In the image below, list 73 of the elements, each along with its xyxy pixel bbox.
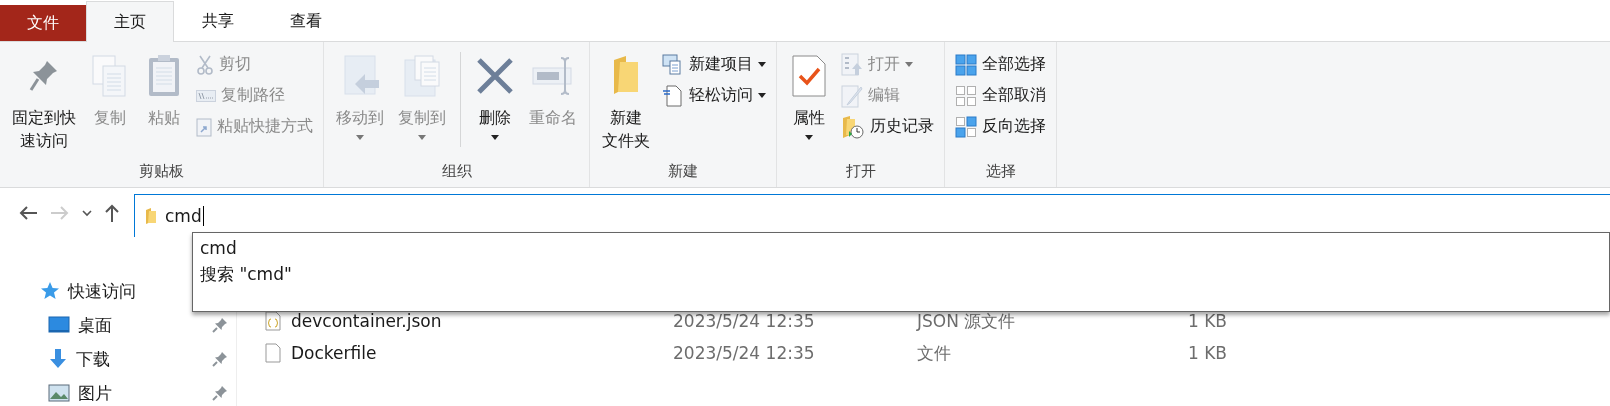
file-date: 2023/5/24 12:35 bbox=[673, 343, 816, 363]
file-size: 1 KB bbox=[1186, 343, 1227, 363]
ribbon-button[interactable]: 反向选择 bbox=[951, 112, 1050, 141]
ribbon-button[interactable]: 轻松访问 bbox=[658, 81, 770, 110]
edit-icon bbox=[841, 83, 863, 108]
group-label: 选择 bbox=[984, 161, 1017, 182]
shortcut-icon bbox=[196, 116, 212, 137]
sidebar-item[interactable]: 图片 bbox=[0, 376, 236, 406]
forward-arrow-icon bbox=[50, 205, 70, 221]
file-name[interactable]: devcontainer.json bbox=[291, 311, 442, 331]
copy-icon bbox=[91, 54, 129, 98]
grid-icon bbox=[955, 84, 977, 107]
ribbon-button[interactable]: 新建 文件夹 bbox=[596, 48, 656, 156]
copy-to-icon bbox=[401, 54, 443, 98]
caret-icon bbox=[356, 135, 364, 140]
file-icon bbox=[265, 343, 281, 363]
file-type: JSON 源文件 bbox=[917, 309, 1017, 333]
caret-icon bbox=[758, 62, 766, 67]
pin-icon bbox=[212, 317, 228, 333]
new-item-icon bbox=[662, 53, 684, 76]
document-icon bbox=[662, 84, 684, 107]
file-menu-tab[interactable]: 文件 bbox=[0, 5, 86, 41]
ribbon-button[interactable]: 删除 bbox=[469, 48, 521, 144]
ribbon-button[interactable]: 全部取消 bbox=[951, 81, 1050, 110]
chevron-down-icon bbox=[82, 209, 92, 217]
ribbon-tab[interactable]: 共享 bbox=[174, 0, 262, 41]
suggestion-item[interactable]: 搜索 "cmd" bbox=[200, 261, 1602, 287]
pin-icon bbox=[212, 385, 228, 401]
folder-icon bbox=[145, 206, 157, 225]
caret-icon bbox=[805, 135, 813, 140]
group-label: 剪贴板 bbox=[138, 161, 185, 182]
path-icon bbox=[196, 89, 216, 102]
properties-icon bbox=[791, 54, 827, 98]
file-name[interactable]: Dockerfile bbox=[291, 343, 377, 363]
ribbon-button[interactable]: 固定到快 速访问 bbox=[6, 48, 82, 156]
sidebar-label: 图片 bbox=[78, 381, 112, 405]
ribbon-button[interactable]: 新建项目 bbox=[658, 50, 770, 79]
sidebar-label: 下载 bbox=[76, 347, 110, 371]
image-icon bbox=[48, 384, 70, 402]
group-label: 打开 bbox=[844, 161, 877, 182]
download-icon bbox=[48, 348, 68, 370]
rename-icon bbox=[531, 56, 575, 96]
caret-icon bbox=[758, 93, 766, 98]
caret-icon bbox=[418, 135, 426, 140]
ribbon-button[interactable]: 全部选择 bbox=[951, 50, 1050, 79]
caret-icon bbox=[905, 62, 913, 67]
ribbon-button[interactable]: 历史记录 bbox=[837, 112, 938, 141]
ribbon-tab[interactable]: 主页 bbox=[86, 1, 174, 42]
sidebar-label: 快速访问 bbox=[68, 279, 136, 303]
grid-icon bbox=[955, 53, 977, 76]
file-size: 1 KB bbox=[1186, 311, 1227, 331]
ribbon-button[interactable]: 属性 bbox=[783, 48, 835, 144]
file-date: 2023/5/24 12:35 bbox=[673, 311, 816, 331]
caret-icon bbox=[491, 135, 499, 140]
sidebar-label: 桌面 bbox=[78, 313, 112, 337]
sidebar-item[interactable]: 桌面 bbox=[0, 308, 236, 342]
back-arrow-icon bbox=[18, 205, 38, 221]
group-label: 组织 bbox=[440, 161, 473, 182]
sidebar-item[interactable]: 下载 bbox=[0, 342, 236, 376]
file-type: 文件 bbox=[917, 341, 952, 365]
pin-icon bbox=[212, 351, 228, 367]
ribbon-tab[interactable]: 查看 bbox=[262, 0, 350, 41]
history-icon bbox=[841, 114, 865, 139]
clipboard-icon bbox=[147, 54, 181, 98]
group-label: 新建 bbox=[667, 161, 699, 182]
grid-icon bbox=[955, 115, 977, 138]
star-icon bbox=[40, 281, 60, 301]
desktop-icon bbox=[48, 316, 70, 334]
delete-icon bbox=[475, 56, 515, 96]
scissors-icon bbox=[196, 54, 214, 75]
up-arrow-icon bbox=[104, 203, 120, 223]
open-icon bbox=[841, 52, 863, 77]
suggestion-item[interactable]: cmd bbox=[200, 235, 1602, 261]
